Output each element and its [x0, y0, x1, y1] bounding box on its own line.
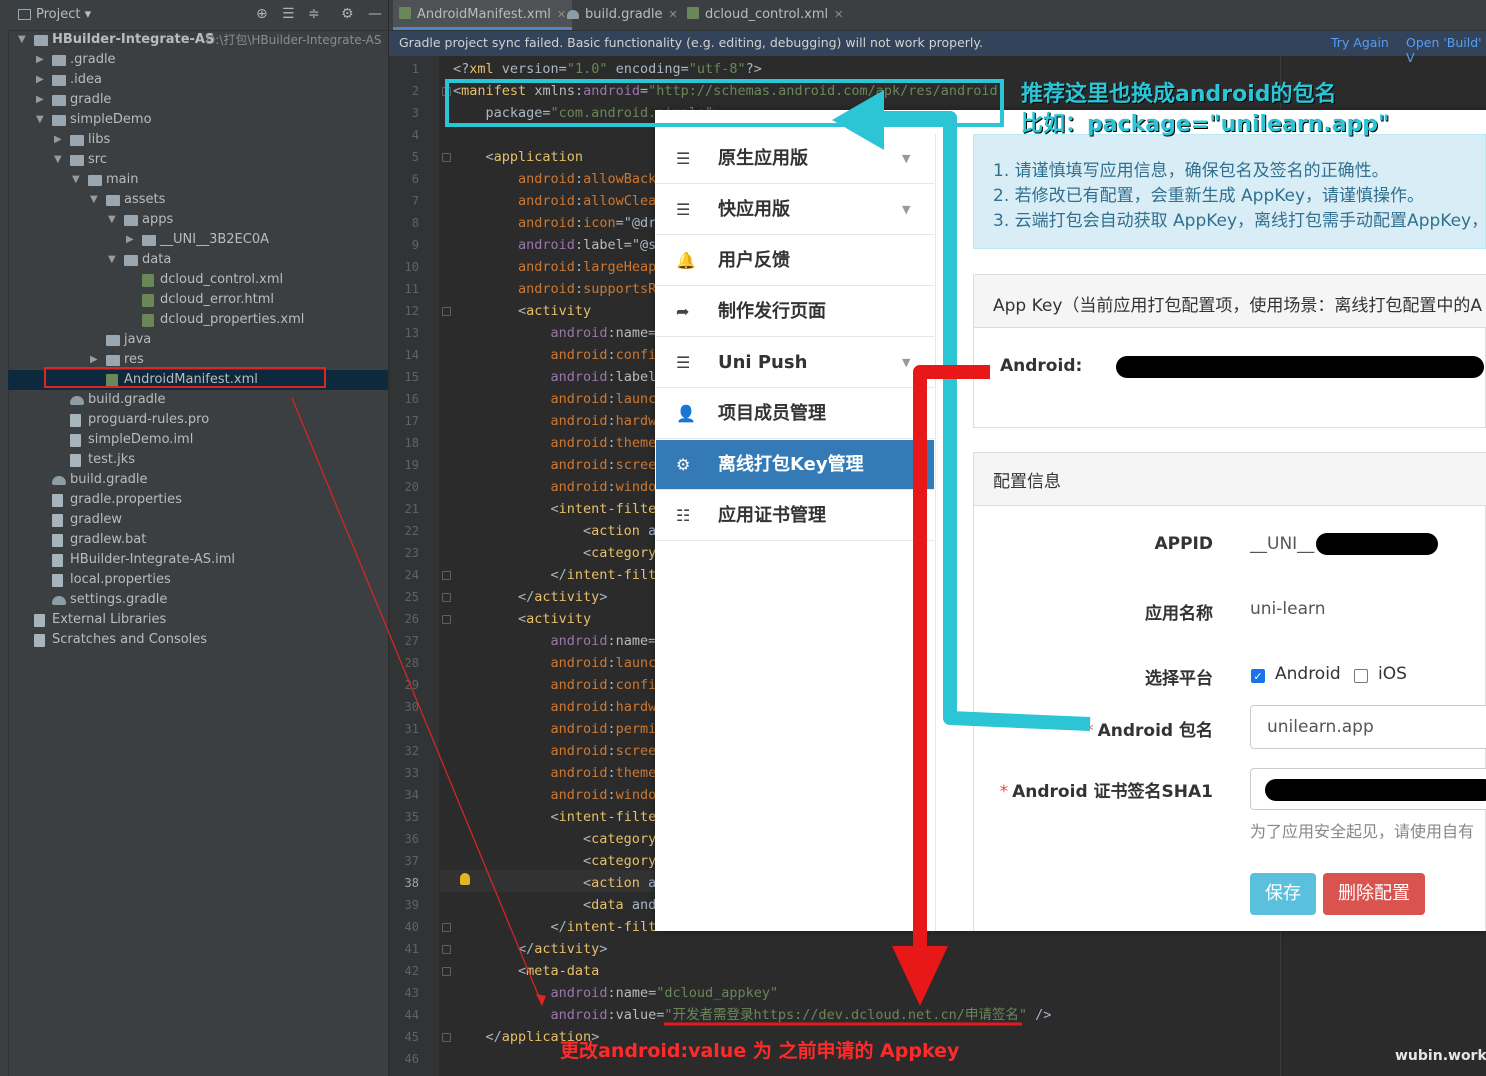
cyan-arrow-path [880, 111, 1091, 731]
annotation-cyan-line2: 比如：package="unilearn.app" [1021, 112, 1390, 137]
red-arrowhead [892, 946, 948, 1006]
watermark: wubin.work [1395, 1048, 1486, 1064]
annotation-cyan-line1: 推荐这里也换成android的包名 [1021, 82, 1337, 107]
cyan-arrowhead [832, 90, 884, 150]
pointer-line [291, 397, 543, 1005]
pointer-arrowhead [536, 994, 546, 1006]
annotation-red: 更改android:value 为 之前申请的 Appkey [560, 1040, 960, 1062]
annotation-layer [291, 79, 1091, 1026]
